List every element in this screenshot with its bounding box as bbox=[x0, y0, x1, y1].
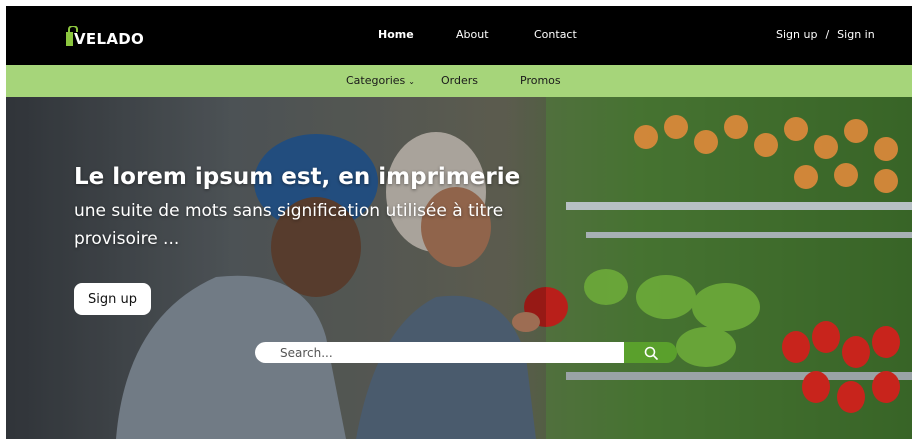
top-navbar: VELADO Home About Contact Sign up / Sign i… bbox=[6, 6, 912, 65]
chevron-down-icon: ⌄ bbox=[408, 77, 415, 86]
nav-contact-link[interactable]: Contact bbox=[534, 28, 577, 41]
search-button[interactable] bbox=[624, 342, 677, 363]
auth-separator: / bbox=[825, 28, 830, 41]
promos-link[interactable]: Promos bbox=[520, 74, 561, 87]
signin-link[interactable]: Sign in bbox=[837, 28, 875, 41]
hero-section: Le lorem ipsum est, en imprimerie une su… bbox=[6, 97, 912, 439]
hero-subtitle: une suite de mots sans signification uti… bbox=[74, 201, 504, 249]
signup-link[interactable]: Sign up bbox=[776, 28, 817, 41]
page: VELADO Home About Contact Sign up / Sign i… bbox=[0, 0, 912, 439]
categories-label: Categories bbox=[346, 74, 406, 87]
category-navbar: Categories ⌄ Orders Promos bbox=[6, 65, 912, 97]
brand-name: VELADO bbox=[74, 30, 145, 48]
nav-home-link[interactable]: Home bbox=[378, 28, 414, 41]
nav-about-link[interactable]: About bbox=[456, 28, 489, 41]
hero-signup-button[interactable]: Sign up bbox=[74, 283, 151, 315]
hero-background-image bbox=[6, 97, 912, 439]
search-bar bbox=[255, 342, 677, 363]
auth-links: Sign up / Sign in bbox=[776, 28, 875, 41]
categories-dropdown[interactable]: Categories ⌄ bbox=[346, 74, 415, 87]
search-icon bbox=[644, 346, 658, 360]
hero-title: Le lorem ipsum est, en imprimerie bbox=[74, 164, 521, 190]
orders-link[interactable]: Orders bbox=[441, 74, 478, 87]
brand-logo[interactable]: VELADO bbox=[62, 20, 145, 52]
search-input[interactable] bbox=[255, 342, 627, 363]
